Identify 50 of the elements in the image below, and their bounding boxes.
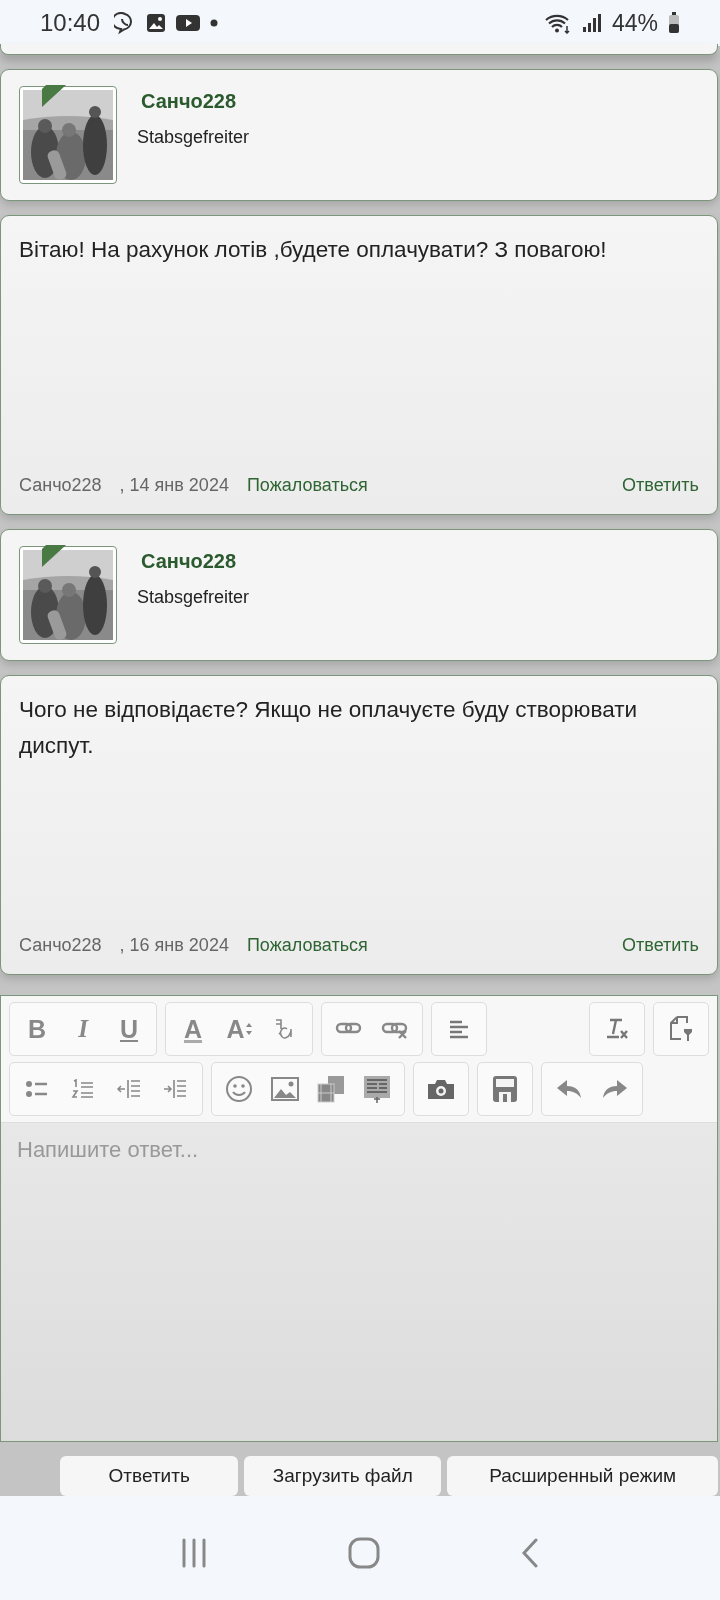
report-link[interactable]: Пожаловаться <box>246 935 368 956</box>
back-icon[interactable] <box>520 1538 540 1568</box>
home-icon[interactable] <box>348 1537 380 1569</box>
bold-button[interactable]: B <box>14 1007 60 1051</box>
film-icon <box>316 1075 346 1103</box>
undo-icon <box>555 1078 583 1100</box>
post-date: , 14 янв 2024 <box>119 475 229 496</box>
align-left-icon <box>448 1019 470 1039</box>
italic-button[interactable]: I <box>60 1007 106 1051</box>
post-text: Чого не відповідаєте? Якщо не оплачуєте буду створювати диспут. <box>19 696 639 760</box>
dot-icon <box>210 19 219 27</box>
clear-format-icon <box>604 1017 630 1041</box>
video-icon <box>176 14 201 32</box>
template-icon <box>363 1075 391 1103</box>
rank-corner-icon <box>42 545 66 567</box>
battery-icon <box>668 12 680 34</box>
signal-icon <box>581 13 602 33</box>
action-button[interactable]: Загрузить файл <box>244 1456 442 1496</box>
image-icon <box>271 1077 299 1101</box>
smiley-icon <box>225 1075 253 1103</box>
indent-icon <box>162 1078 188 1100</box>
action-button[interactable]: Расширенный режим <box>447 1456 718 1496</box>
author-name[interactable]: Санчо228 <box>137 90 250 113</box>
wifi-icon <box>543 12 572 34</box>
gallery-icon <box>146 13 167 33</box>
camera-icon <box>426 1077 456 1101</box>
reply-link[interactable]: Ответить <box>622 475 699 496</box>
post-text: Вітаю! На рахунок лотів ,будете оплачувати? З повагою! <box>19 236 608 264</box>
report-link[interactable]: Пожаловаться <box>246 475 368 496</box>
clock: 10:40 <box>40 9 101 37</box>
rank-corner-icon <box>42 85 66 107</box>
author-rank: Stabsgefreiter <box>137 587 250 608</box>
action-button[interactable]: Ответить <box>60 1456 239 1496</box>
underline-button[interactable]: U <box>106 1007 152 1051</box>
resize-arrows-icon <box>245 1023 252 1035</box>
author-rank: Stabsgefreiter <box>137 127 250 148</box>
reply-link[interactable]: Ответить <box>622 935 699 956</box>
post-author[interactable]: Санчо228 <box>19 935 102 956</box>
text-color-button[interactable]: A <box>170 1007 216 1051</box>
reply-input[interactable]: Напишите ответ... <box>1 1122 717 1441</box>
outdent-icon <box>116 1078 142 1100</box>
battery-percent: 44% <box>611 9 658 37</box>
recent-apps-icon[interactable] <box>180 1538 208 1568</box>
numbered-list-icon <box>71 1078 95 1100</box>
font-size-button[interactable]: A <box>216 1007 262 1051</box>
author-name[interactable]: Санчо228 <box>137 550 250 573</box>
bullet-list-icon <box>25 1079 49 1099</box>
post-date: , 16 янв 2024 <box>119 935 229 956</box>
redo-icon <box>601 1078 629 1100</box>
post-author[interactable]: Санчо228 <box>19 475 102 496</box>
